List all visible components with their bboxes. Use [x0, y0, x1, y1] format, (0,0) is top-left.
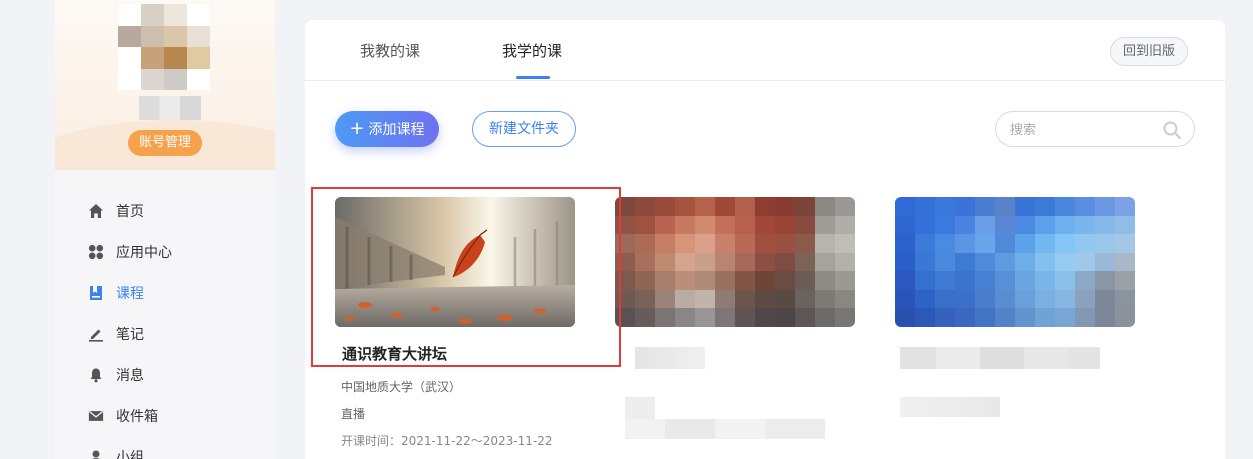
sidebar-item-label: 消息 — [116, 367, 144, 384]
search-input[interactable] — [1010, 120, 1150, 140]
course-meta-blurred — [900, 397, 1000, 417]
course-card[interactable] — [615, 197, 855, 439]
profile-panel: 账号管理 — [55, 0, 275, 170]
course-cover-image[interactable] — [895, 197, 1135, 327]
plus-icon: + — [349, 118, 365, 139]
sidebar-item-course[interactable]: 课程 — [55, 272, 275, 313]
sidebar-item-label: 笔记 — [116, 326, 144, 343]
course-icon — [88, 285, 104, 301]
course-meta-blurred — [625, 397, 655, 419]
note-icon — [88, 326, 104, 342]
course-school: 中国地质大学（武汉） — [341, 380, 462, 394]
account-manage-button[interactable]: 账号管理 — [128, 130, 202, 156]
course-title-blurred — [900, 347, 1100, 369]
course-cover-image[interactable] — [335, 197, 575, 327]
tab-teaching[interactable]: 我教的课 — [360, 40, 420, 61]
sidebar-item-notes[interactable]: 笔记 — [55, 313, 275, 354]
sidebar-item-label: 应用中心 — [116, 244, 172, 261]
bell-icon — [88, 367, 104, 383]
add-course-button[interactable]: + 添加课程 — [335, 111, 439, 147]
old-version-button[interactable]: 回到旧版 — [1110, 37, 1188, 66]
home-icon — [88, 203, 104, 219]
add-course-label: 添加课程 — [368, 122, 425, 138]
new-folder-button[interactable]: 新建文件夹 — [472, 111, 576, 147]
apps-icon — [88, 244, 104, 260]
sidebar-item-inbox[interactable]: 收件箱 — [55, 395, 275, 436]
sidebar-item-label: 收件箱 — [116, 408, 158, 425]
sidebar: 账号管理 首页 应用中心 课程 笔记 消息 收件箱 小组 — [55, 0, 275, 459]
course-title[interactable]: 通识教育大讲坛 — [342, 343, 575, 364]
sidebar-item-label: 首页 — [116, 203, 144, 220]
search-box[interactable] — [995, 111, 1195, 147]
sidebar-item-apps[interactable]: 应用中心 — [55, 231, 275, 272]
mail-icon — [88, 408, 104, 424]
sidebar-item-label: 小组 — [116, 449, 144, 459]
course-cover-image[interactable] — [615, 197, 855, 327]
course-card[interactable] — [895, 197, 1135, 417]
sidebar-item-label: 课程 — [116, 285, 144, 302]
sidebar-item-messages[interactable]: 消息 — [55, 354, 275, 395]
username-blurred — [139, 96, 201, 120]
sidebar-nav: 首页 应用中心 课程 笔记 消息 收件箱 小组 — [55, 190, 275, 459]
course-type: 直播 — [341, 407, 366, 421]
search-icon[interactable] — [1162, 120, 1182, 140]
course-card[interactable]: 通识教育大讲坛 中国地质大学（武汉） 直播 开课时间：2021-11-22～20… — [335, 197, 575, 449]
course-tabs: 我教的课 我学的课 回到旧版 — [305, 20, 1225, 81]
course-meta-blurred — [625, 419, 825, 439]
sidebar-item-group[interactable]: 小组 — [55, 436, 275, 459]
tab-learning[interactable]: 我学的课 — [502, 40, 562, 61]
course-title-blurred — [635, 347, 705, 369]
course-date: 开课时间：2021-11-22～2023-11-22 — [341, 434, 553, 448]
main-panel: 我教的课 我学的课 回到旧版 + 添加课程 新建文件夹 搜索 通识教育大讲坛 中… — [305, 20, 1225, 459]
sidebar-item-home[interactable]: 首页 — [55, 190, 275, 231]
active-tab-indicator — [516, 76, 550, 79]
group-icon — [88, 449, 104, 459]
avatar[interactable] — [118, 4, 210, 90]
